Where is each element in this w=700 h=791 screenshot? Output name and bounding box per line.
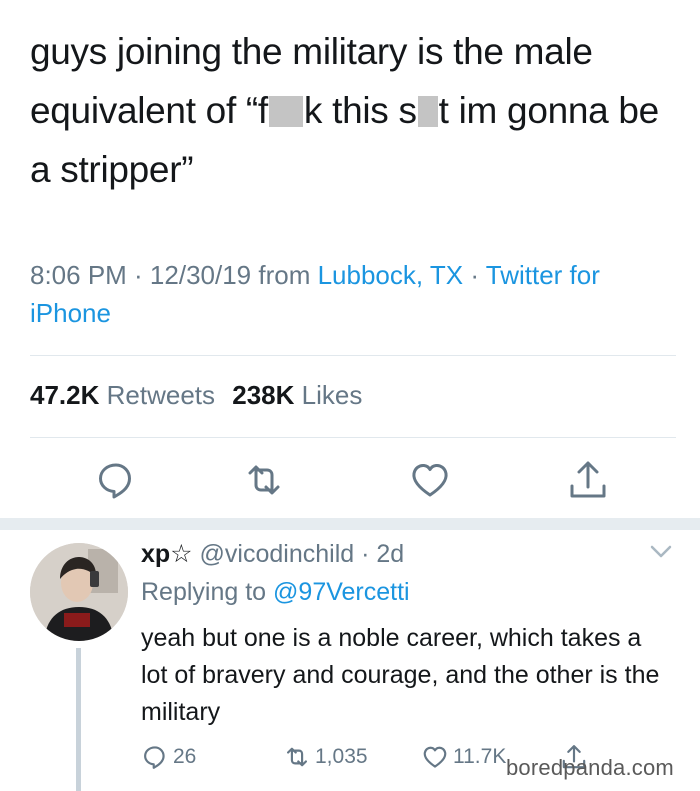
- censor-blur: [268, 96, 303, 127]
- reply-time[interactable]: 2d: [376, 540, 404, 568]
- divider: [30, 437, 676, 438]
- retweet-button[interactable]: [242, 458, 286, 502]
- reply-author-name[interactable]: xp☆: [141, 540, 193, 568]
- reply-icon: [144, 746, 165, 769]
- reply-like-button[interactable]: 11.7K: [421, 740, 506, 774]
- chevron-down-icon[interactable]: [650, 544, 672, 560]
- tweet-timestamp[interactable]: 8:06 PM · 12/30/19 from: [30, 260, 318, 290]
- share-button[interactable]: [566, 458, 610, 502]
- retweets-count: 47.2K: [30, 380, 100, 410]
- reply-text: yeah but one is a noble career, which ta…: [141, 624, 660, 726]
- replying-to: Replying to @97Vercetti: [141, 575, 410, 609]
- watermark: boredpanda.com: [506, 755, 674, 780]
- reply-retweet-button[interactable]: 1,035: [283, 740, 368, 774]
- tweet-text-part2: k this s: [303, 90, 417, 131]
- likes-stat[interactable]: 238K Likes: [232, 380, 362, 410]
- like-icon: [423, 746, 447, 768]
- replying-to-handle-link[interactable]: @97Vercetti: [273, 578, 410, 606]
- like-icon: [412, 463, 448, 497]
- retweet-icon: [287, 747, 307, 767]
- share-icon: [570, 461, 606, 498]
- avatar[interactable]: [30, 543, 128, 641]
- tweet-text: guys joining the military is the male eq…: [30, 22, 680, 199]
- censor-blur: [417, 96, 438, 127]
- retweet-icon: [248, 465, 280, 495]
- tweet-actions: [0, 458, 700, 508]
- reply-button[interactable]: [94, 458, 138, 502]
- reply-header: xp☆ @vicodinchild · 2d: [141, 537, 404, 571]
- divider: [30, 355, 676, 356]
- replying-to-prefix: Replying to: [141, 578, 274, 606]
- tweet-stats: 47.2K Retweets 238K Likes: [30, 380, 362, 411]
- like-button[interactable]: [408, 458, 452, 502]
- reply-replies-count: 26: [173, 745, 197, 768]
- tweet-meta: 8:06 PM · 12/30/19 from Lubbock, TX · Tw…: [30, 256, 680, 332]
- reply-retweets-count: 1,035: [315, 745, 368, 768]
- reply-author-handle[interactable]: @vicodinchild: [200, 540, 355, 568]
- meta-separator: ·: [463, 260, 486, 290]
- reply-dot: ·: [361, 540, 370, 568]
- section-separator: [0, 518, 700, 530]
- reply-icon: [99, 463, 131, 499]
- reply-reply-button[interactable]: 26: [141, 740, 196, 774]
- reply-likes-count: 11.7K: [453, 745, 507, 768]
- avatar-photo: [30, 543, 128, 641]
- likes-label: Likes: [301, 380, 363, 410]
- tweet-location-link[interactable]: Lubbock, TX: [318, 260, 464, 290]
- likes-count: 238K: [232, 380, 295, 410]
- retweets-stat[interactable]: 47.2K Retweets: [30, 380, 215, 410]
- retweets-label: Retweets: [106, 380, 216, 410]
